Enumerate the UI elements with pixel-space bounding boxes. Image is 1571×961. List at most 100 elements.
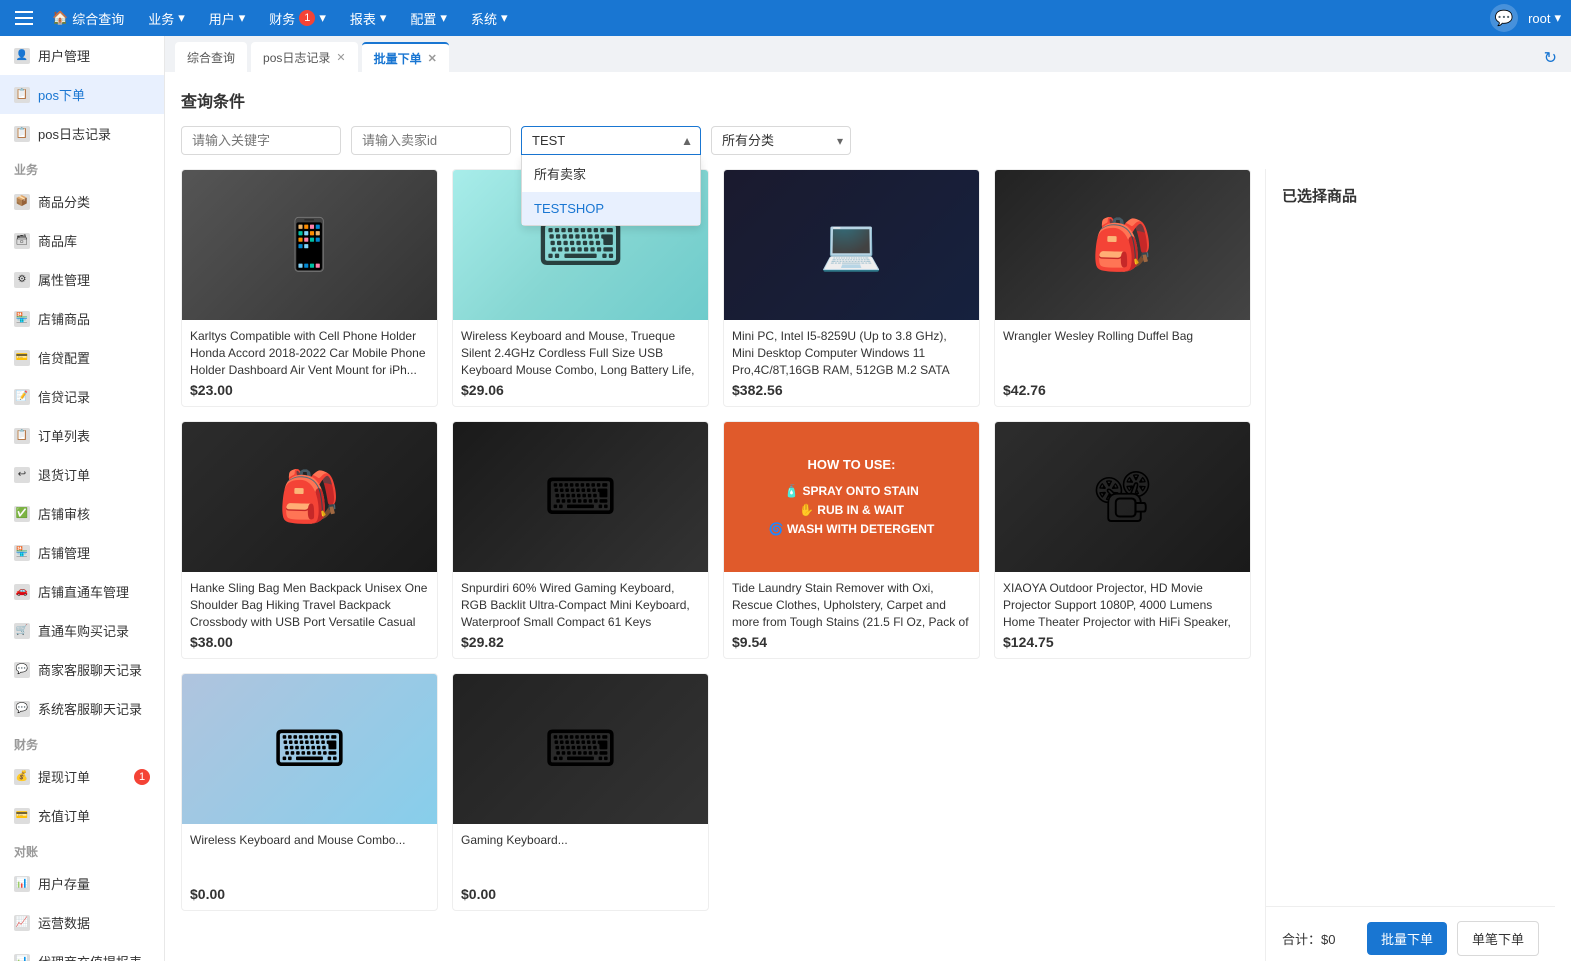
withdrawal-icon: 💰 bbox=[14, 769, 30, 785]
purchase-icon: 🛒 bbox=[14, 623, 30, 639]
seller-id-input[interactable] bbox=[351, 126, 511, 155]
sidebar-item-orders[interactable]: 📋 订单列表 bbox=[0, 416, 164, 455]
category-icon: 📦 bbox=[14, 194, 30, 210]
sidebar-item-product-category[interactable]: 📦 商品分类 bbox=[0, 182, 164, 221]
sidebar-item-returns[interactable]: ↩ 退货订单 bbox=[0, 455, 164, 494]
seller-select-wrapper: ▲ 所有卖家 TESTSHOP bbox=[521, 126, 701, 155]
sidebar-item-attributes[interactable]: ⚙ 属性管理 bbox=[0, 260, 164, 299]
category-select-wrapper: 所有分类 ▾ bbox=[711, 126, 851, 155]
product-image-3 bbox=[724, 170, 979, 320]
tab-close-batch-order[interactable]: ✕ bbox=[428, 52, 437, 65]
product-price-6: $29.82 bbox=[461, 634, 700, 650]
sidebar-item-recharge[interactable]: 💳 充值订单 bbox=[0, 796, 164, 835]
user-icon: 👤 bbox=[14, 48, 30, 64]
tab-overview[interactable]: 综合查询 bbox=[175, 42, 247, 72]
product-card-6[interactable]: Snpurdiri 60% Wired Gaming Keyboard, RGB… bbox=[452, 421, 709, 659]
returns-icon: ↩ bbox=[14, 467, 30, 483]
refresh-button[interactable]: ↻ bbox=[1540, 44, 1561, 72]
sidebar-item-merchant-chat[interactable]: 💬 商家客服聊天记录 bbox=[0, 650, 164, 689]
sidebar-section-accounting: 对账 bbox=[0, 835, 164, 864]
search-bar: ▲ 所有卖家 TESTSHOP 所有分类 ▾ bbox=[181, 126, 1555, 155]
sidebar-item-train-purchase[interactable]: 🛒 直通车购买记录 bbox=[0, 611, 164, 650]
product-name-2: Wireless Keyboard and Mouse, Trueque Sil… bbox=[461, 328, 700, 376]
sidebar-item-pos-log[interactable]: 📋 pos日志记录 bbox=[0, 114, 164, 153]
tab-batch-order[interactable]: 批量下单 ✕ bbox=[362, 42, 449, 72]
nav-business[interactable]: 业务 ▾ bbox=[138, 0, 195, 36]
sidebar-item-agent-report[interactable]: 📊 代理商充值提报表 bbox=[0, 942, 164, 961]
product-info-9: Wireless Keyboard and Mouse Combo... $0.… bbox=[182, 824, 437, 910]
keyword-input[interactable] bbox=[181, 126, 341, 155]
nav-finance[interactable]: 财务 1 ▾ bbox=[259, 0, 336, 36]
chevron-down-icon: ▾ bbox=[178, 10, 185, 26]
product-card-3[interactable]: Mini PC, Intel I5-8259U (Up to 3.8 GHz),… bbox=[723, 169, 980, 407]
dropdown-option-testshop[interactable]: TESTSHOP bbox=[522, 192, 700, 225]
sidebar: 👤 用户管理 📋 pos下单 📋 pos日志记录 业务 📦 商品分类 🗃 商品库… bbox=[0, 36, 165, 961]
pos-icon: 📋 bbox=[14, 87, 30, 103]
nav-users[interactable]: 用户 ▾ bbox=[199, 0, 256, 36]
chevron-down-icon: ▾ bbox=[239, 10, 246, 26]
product-price-8: $124.75 bbox=[1003, 634, 1242, 650]
finance-badge: 1 bbox=[299, 10, 315, 26]
sidebar-item-store-manage[interactable]: 🏪 店铺管理 bbox=[0, 533, 164, 572]
product-card-1[interactable]: Karltys Compatible with Cell Phone Holde… bbox=[181, 169, 438, 407]
system-chat-icon: 💬 bbox=[14, 701, 30, 717]
chat-icon[interactable]: 💬 bbox=[1490, 4, 1518, 32]
product-info-6: Snpurdiri 60% Wired Gaming Keyboard, RGB… bbox=[453, 572, 708, 658]
sidebar-item-store-products[interactable]: 🏪 店铺商品 bbox=[0, 299, 164, 338]
sidebar-item-operations[interactable]: 📈 运营数据 bbox=[0, 903, 164, 942]
nav-home[interactable]: 🏠 综合查询 bbox=[42, 0, 134, 36]
seller-dropdown-menu: 所有卖家 TESTSHOP bbox=[521, 155, 701, 226]
dropdown-option-all-sellers[interactable]: 所有卖家 bbox=[522, 155, 700, 192]
product-info-8: XIAOYA Outdoor Projector, HD Movie Proje… bbox=[995, 572, 1250, 658]
product-image-8 bbox=[995, 422, 1250, 572]
sidebar-item-pos-order[interactable]: 📋 pos下单 bbox=[0, 75, 164, 114]
train-icon: 🚗 bbox=[14, 584, 30, 600]
product-scroll-area[interactable]: Karltys Compatible with Cell Phone Holde… bbox=[181, 169, 1251, 961]
product-price-1: $23.00 bbox=[190, 382, 429, 398]
single-order-button[interactable]: 单笔下单 bbox=[1457, 921, 1539, 956]
product-card-9[interactable]: Wireless Keyboard and Mouse Combo... $0.… bbox=[181, 673, 438, 911]
nav-reports[interactable]: 报表 ▾ bbox=[340, 0, 397, 36]
product-name-5: Hanke Sling Bag Men Backpack Unisex One … bbox=[190, 580, 429, 628]
product-card-8[interactable]: XIAOYA Outdoor Projector, HD Movie Proje… bbox=[994, 421, 1251, 659]
product-info-5: Hanke Sling Bag Men Backpack Unisex One … bbox=[182, 572, 437, 658]
sidebar-section-business: 业务 bbox=[0, 153, 164, 182]
agent-report-icon: 📊 bbox=[14, 954, 30, 961]
product-name-4: Wrangler Wesley Rolling Duffel Bag bbox=[1003, 328, 1242, 376]
product-info-2: Wireless Keyboard and Mouse, Trueque Sil… bbox=[453, 320, 708, 406]
sidebar-item-user-balance[interactable]: 📊 用户存量 bbox=[0, 864, 164, 903]
tab-close-pos-log[interactable]: ✕ bbox=[336, 51, 345, 64]
sidebar-item-user-management[interactable]: 👤 用户管理 bbox=[0, 36, 164, 75]
product-card-5[interactable]: Hanke Sling Bag Men Backpack Unisex One … bbox=[181, 421, 438, 659]
nav-system[interactable]: 系统 ▾ bbox=[461, 0, 518, 36]
product-image-6 bbox=[453, 422, 708, 572]
product-info-10: Gaming Keyboard... $0.00 bbox=[453, 824, 708, 910]
right-panel: 已选择商品 合计：$0 批量下单 单笔下单 bbox=[1265, 169, 1555, 961]
sidebar-item-withdrawal[interactable]: 💰 提现订单 1 bbox=[0, 757, 164, 796]
user-info[interactable]: root ▾ bbox=[1528, 10, 1561, 26]
product-image-5 bbox=[182, 422, 437, 572]
category-select[interactable]: 所有分类 bbox=[711, 126, 851, 155]
store-icon: 🏪 bbox=[14, 311, 30, 327]
nav-config[interactable]: 配置 ▾ bbox=[400, 0, 457, 36]
sidebar-item-through-train[interactable]: 🚗 店铺直通车管理 bbox=[0, 572, 164, 611]
product-info-1: Karltys Compatible with Cell Phone Holde… bbox=[182, 320, 437, 406]
tab-pos-log[interactable]: pos日志记录 ✕ bbox=[251, 42, 358, 72]
product-card-4[interactable]: Wrangler Wesley Rolling Duffel Bag $42.7… bbox=[994, 169, 1251, 407]
product-card-7[interactable]: HOW TO USE: 🧴 SPRAY ONTO STAIN ✋ RUB IN … bbox=[723, 421, 980, 659]
seller-select-input[interactable] bbox=[521, 126, 701, 155]
chevron-down-icon: ▾ bbox=[380, 10, 387, 26]
product-name-10: Gaming Keyboard... bbox=[461, 832, 700, 880]
sidebar-item-system-chat[interactable]: 💬 系统客服聊天记录 bbox=[0, 689, 164, 728]
product-card-10[interactable]: Gaming Keyboard... $0.00 bbox=[452, 673, 709, 911]
sidebar-item-product-library[interactable]: 🗃 商品库 bbox=[0, 221, 164, 260]
product-name-3: Mini PC, Intel I5-8259U (Up to 3.8 GHz),… bbox=[732, 328, 971, 376]
sidebar-item-store-audit[interactable]: ✅ 店铺审核 bbox=[0, 494, 164, 533]
hamburger-menu[interactable] bbox=[10, 4, 38, 32]
product-image-4 bbox=[995, 170, 1250, 320]
sidebar-item-credit-config[interactable]: 💳 信贷配置 bbox=[0, 338, 164, 377]
operations-icon: 📈 bbox=[14, 915, 30, 931]
main-content: 查询条件 ▲ 所有卖家 TESTSHOP 所有分类 ▾ bbox=[165, 72, 1571, 961]
batch-order-button[interactable]: 批量下单 bbox=[1367, 922, 1447, 955]
sidebar-item-credit-records[interactable]: 📝 信贷记录 bbox=[0, 377, 164, 416]
